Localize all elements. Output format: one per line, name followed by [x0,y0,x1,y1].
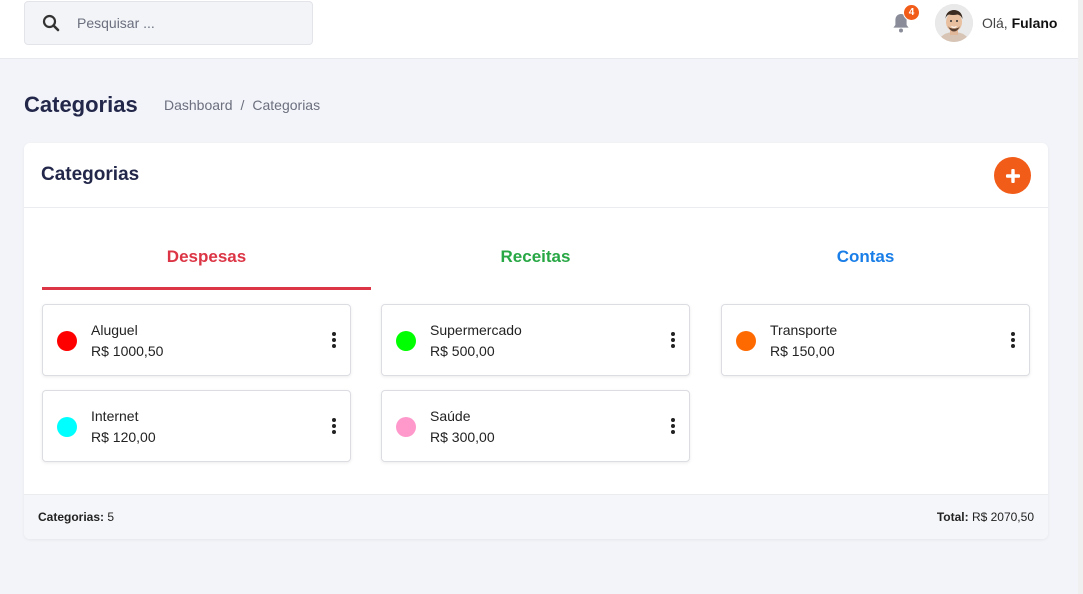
notification-badge[interactable]: 4 [903,4,920,21]
category-item[interactable]: Internet R$ 120,00 [42,390,351,462]
user-greeting[interactable]: Olá, Fulano [982,15,1057,31]
tab-contas-label: Contas [836,247,895,266]
card-footer: Categorias: 5 Total: R$ 2070,50 [24,494,1048,539]
category-total-value: R$ 2070,50 [971,510,1034,524]
more-vertical-icon[interactable] [665,329,681,351]
avatar[interactable] [935,4,973,42]
category-color-dot [57,417,77,437]
breadcrumb-dashboard[interactable]: Dashboard [164,97,233,113]
add-category-button[interactable] [994,157,1031,194]
search-box[interactable] [24,1,313,45]
category-item[interactable]: Saúde R$ 300,00 [381,390,690,462]
tab-receitas[interactable]: Receitas [371,244,700,290]
tab-despesas[interactable]: Despesas [42,244,371,290]
search-icon[interactable] [25,1,77,45]
more-vertical-icon[interactable] [1005,329,1021,351]
category-value: R$ 120,00 [91,429,156,445]
more-vertical-icon[interactable] [665,415,681,437]
top-bar: 4 Olá, Fulano [0,0,1078,59]
category-total: Total: R$ 2070,50 [937,510,1034,524]
category-count: Categorias: 5 [38,510,114,524]
categories-card: Categorias Despesas Receitas Contas Alug… [24,143,1048,539]
category-color-dot [396,331,416,351]
category-item[interactable]: Aluguel R$ 1000,50 [42,304,351,376]
category-name: Aluguel [91,322,138,338]
category-value: R$ 300,00 [430,429,495,445]
breadcrumb-separator: / [240,97,245,113]
breadcrumb-current: Categorias [252,97,321,113]
category-name: Internet [91,408,139,424]
category-color-dot [57,331,77,351]
category-name: Transporte [770,322,838,338]
more-vertical-icon[interactable] [326,329,342,351]
greeting-text: Olá, [982,15,1008,31]
category-count-label: Categorias: [38,510,105,524]
category-name: Saúde [430,408,471,424]
plus-icon [1005,168,1020,183]
category-total-label: Total: [936,510,969,524]
category-value: R$ 1000,50 [91,343,164,359]
scrollbar[interactable] [1078,0,1083,594]
category-name: Supermercado [430,322,522,338]
category-color-dot [736,331,756,351]
tab-despesas-label: Despesas [166,247,247,266]
search-input[interactable] [77,15,297,31]
category-value: R$ 150,00 [770,343,835,359]
card-header: Categorias [24,143,1048,208]
tab-contas[interactable]: Contas [701,244,1030,290]
category-item[interactable]: Supermercado R$ 500,00 [381,304,690,376]
category-color-dot [396,417,416,437]
tab-receitas-label: Receitas [500,247,571,266]
user-name: Fulano [1011,15,1058,31]
breadcrumb: Dashboard / Categorias [164,97,320,113]
card-title: Categorias [41,164,140,185]
category-count-value: 5 [107,510,115,524]
more-vertical-icon[interactable] [326,415,342,437]
category-item[interactable]: Transporte R$ 150,00 [721,304,1030,376]
category-value: R$ 500,00 [430,343,495,359]
page-title: Categorias [24,92,138,117]
